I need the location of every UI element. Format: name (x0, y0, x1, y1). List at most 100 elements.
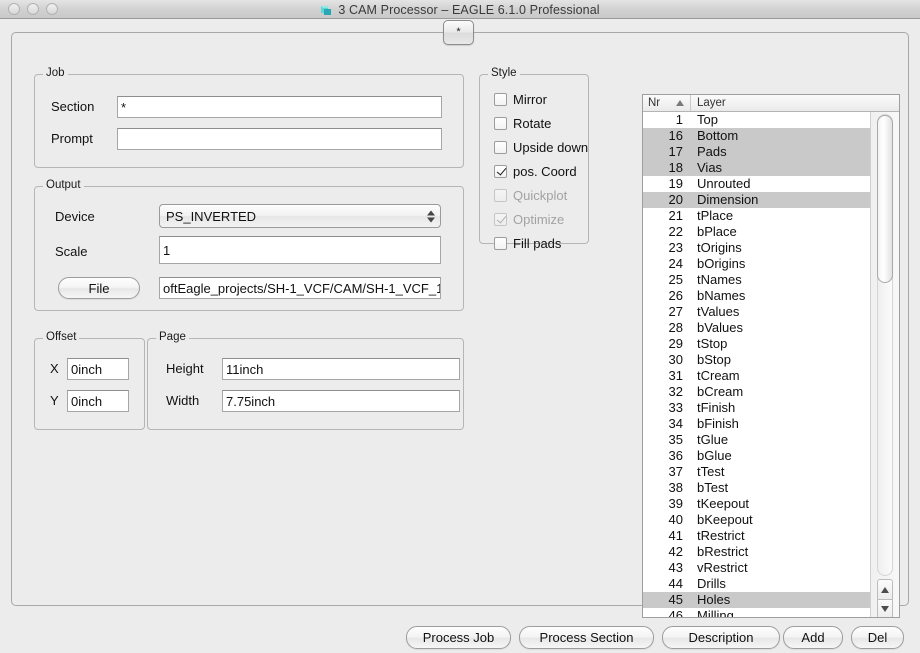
layer-row-name: Vias (697, 160, 723, 175)
layer-row[interactable]: 44 Drills (643, 576, 871, 592)
layer-row-name: tPlace (697, 208, 734, 223)
layer-row[interactable]: 34 bFinish (643, 416, 871, 432)
zoom-button[interactable] (46, 3, 58, 15)
layer-list[interactable]: Nr Layer 1 Top 16 Bottom 17 Pads 18 Vias 19 Unrou… (642, 94, 900, 618)
layer-row-name: Pads (697, 144, 727, 159)
layer-row[interactable]: 1 Top (643, 112, 871, 128)
layer-row[interactable]: 23 tOrigins (643, 240, 871, 256)
layer-row-name: tCream (697, 368, 740, 383)
page-height-input[interactable]: 11inch (222, 358, 460, 380)
sort-ascending-icon (676, 100, 684, 106)
layer-row-number: 30 (668, 352, 683, 367)
section-label: Section (51, 99, 95, 114)
layer-row-name: Top (697, 112, 718, 127)
del-button[interactable]: Del (851, 626, 904, 649)
section-input[interactable]: * (117, 96, 442, 118)
style-checkbox-pos-coord[interactable]: pos. Coord (494, 164, 577, 179)
layer-row-name: bOrigins (697, 256, 746, 271)
style-checkbox-upside-down[interactable]: Upside down (494, 140, 588, 155)
layer-row[interactable]: 46 Milling (643, 608, 871, 618)
style-checkbox-fill-pads[interactable]: Fill pads (494, 236, 561, 251)
style-checkbox-mirror[interactable]: Mirror (494, 92, 547, 107)
offset-y-label: Y (50, 393, 59, 408)
layer-row-number: 36 (668, 448, 683, 463)
layer-row-number: 21 (668, 208, 683, 223)
layer-row[interactable]: 31 tCream (643, 368, 871, 384)
layer-row[interactable]: 25 tNames (643, 272, 871, 288)
column-header-layer-label: Layer (697, 97, 726, 109)
column-header-layer[interactable]: Layer (691, 97, 726, 109)
layer-row[interactable]: 18 Vias (643, 160, 871, 176)
layer-row[interactable]: 32 bCream (643, 384, 871, 400)
layer-row[interactable]: 42 bRestrict (643, 544, 871, 560)
page-width-input[interactable]: 7.75inch (222, 390, 460, 412)
layer-row[interactable]: 38 bTest (643, 480, 871, 496)
device-label: Device (55, 209, 95, 224)
layer-row-name: bKeepout (697, 512, 753, 527)
layer-row[interactable]: 19 Unrouted (643, 176, 871, 192)
style-checkbox-rotate[interactable]: Rotate (494, 116, 551, 131)
process-job-button[interactable]: Process Job (406, 626, 511, 649)
column-header-nr-label: Nr (648, 97, 661, 109)
scale-input[interactable]: 1 (159, 236, 441, 264)
layer-row[interactable]: 39 tKeepout (643, 496, 871, 512)
description-button[interactable]: Description (662, 626, 780, 649)
close-button[interactable] (8, 3, 20, 15)
layer-row-name: tNames (697, 272, 742, 287)
scrollbar-thumb[interactable] (877, 115, 893, 283)
minimize-button[interactable] (27, 3, 39, 15)
device-stepper-icon[interactable] (425, 208, 436, 225)
add-button[interactable]: Add (783, 626, 843, 649)
button-label: Process Section (539, 630, 634, 645)
button-label: Del (867, 630, 888, 645)
job-group-title: Job (43, 67, 68, 79)
checkbox-icon (494, 237, 507, 250)
scroll-up-icon[interactable] (877, 579, 893, 599)
layer-row-number: 32 (668, 384, 683, 399)
style-checkbox-optimize: Optimize (494, 212, 564, 227)
style-group: Style Mirror Rotate Upside down pos. Coord Q… (479, 67, 589, 251)
layer-row-name: bGlue (697, 448, 732, 463)
layer-row[interactable]: 37 tTest (643, 464, 871, 480)
layer-row[interactable]: 22 bPlace (643, 224, 871, 240)
file-path-input[interactable]: oftEagle_projects/SH-1_VCF/CAM/SH-1_VCF_… (159, 277, 441, 299)
scroll-down-icon[interactable] (877, 599, 893, 617)
style-checkbox-label: Rotate (513, 116, 552, 131)
layer-row-number: 34 (668, 416, 683, 431)
file-button[interactable]: File (58, 277, 140, 299)
layer-row[interactable]: 33 tFinish (643, 400, 871, 416)
layer-row-number: 16 (668, 128, 683, 143)
layer-row-number: 31 (668, 368, 683, 383)
layer-row[interactable]: 20 Dimension (643, 192, 871, 208)
tab-star[interactable]: * (443, 20, 474, 45)
layer-row-name: bValues (697, 320, 744, 335)
layer-row[interactable]: 21 tPlace (643, 208, 871, 224)
layer-row[interactable]: 24 bOrigins (643, 256, 871, 272)
layer-row[interactable]: 30 bStop (643, 352, 871, 368)
layer-row-number: 40 (668, 512, 683, 527)
layer-row[interactable]: 35 tGlue (643, 432, 871, 448)
device-select[interactable]: PS_INVERTED (159, 204, 441, 228)
layer-row[interactable]: 45 Holes (643, 592, 871, 608)
layer-row-number: 44 (668, 576, 683, 591)
layer-row-name: Dimension (697, 192, 759, 207)
layer-row[interactable]: 36 bGlue (643, 448, 871, 464)
prompt-input[interactable] (117, 128, 442, 150)
process-section-button[interactable]: Process Section (519, 626, 654, 649)
layer-row[interactable]: 17 Pads (643, 144, 871, 160)
layer-row-number: 22 (668, 224, 683, 239)
layer-row[interactable]: 29 tStop (643, 336, 871, 352)
layer-row[interactable]: 16 Bottom (643, 128, 871, 144)
layer-row[interactable]: 41 tRestrict (643, 528, 871, 544)
layer-row-name: Milling (697, 608, 734, 618)
layer-row-name: bPlace (697, 224, 737, 239)
layer-row[interactable]: 40 bKeepout (643, 512, 871, 528)
layer-row[interactable]: 28 bValues (643, 320, 871, 336)
layer-row[interactable]: 43 vRestrict (643, 560, 871, 576)
layer-row[interactable]: 26 bNames (643, 288, 871, 304)
layer-row[interactable]: 27 tValues (643, 304, 871, 320)
column-header-nr[interactable]: Nr (643, 95, 691, 111)
offset-x-input[interactable]: 0inch (67, 358, 129, 380)
layer-list-scrollbar[interactable] (870, 112, 899, 617)
offset-y-input[interactable]: 0inch (67, 390, 129, 412)
